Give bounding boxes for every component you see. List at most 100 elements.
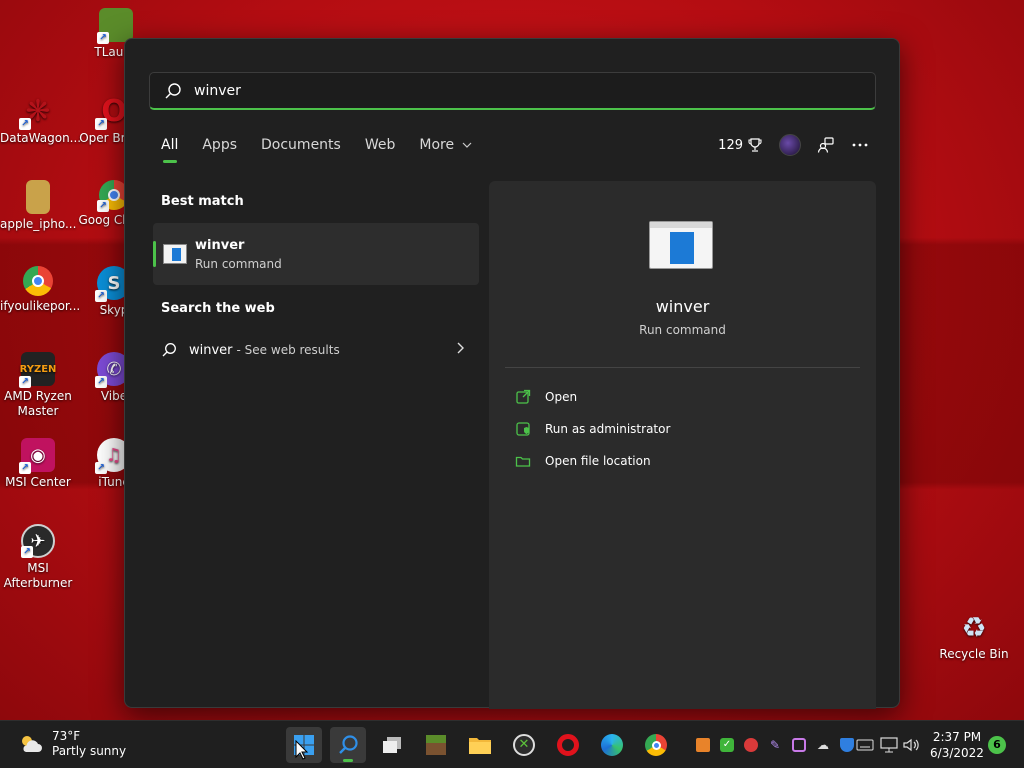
afterburner-icon: ✈ ↗ <box>21 524 55 558</box>
taskbar-file-explorer[interactable] <box>462 727 498 763</box>
folder-icon <box>515 456 531 467</box>
weather-temp: 73°F <box>52 729 81 743</box>
weather-desc: Partly sunny <box>52 744 127 758</box>
desktop-icon-apple-iphone[interactable]: apple_ipho... <box>0 180 76 232</box>
chrome-icon <box>23 266 53 296</box>
search-icon <box>339 735 358 754</box>
details-divider <box>505 367 860 368</box>
desktop-icon-msi-afterburner[interactable]: ✈ ↗ MSI Afterburner <box>0 524 76 591</box>
tray-keyboard[interactable] <box>856 736 874 754</box>
rewards-count: 129 <box>718 137 743 153</box>
mouse-cursor-icon <box>295 740 309 760</box>
more-options-icon[interactable] <box>851 136 869 154</box>
msi-center-icon: ◉ ↗ <box>19 438 55 474</box>
run-command-icon <box>163 244 187 264</box>
task-view-icon <box>383 737 401 753</box>
trophy-icon <box>748 138 762 152</box>
tray-app-icon-purple[interactable] <box>790 736 808 754</box>
app-tray-icon <box>696 738 710 752</box>
taskbar-search-button[interactable] <box>330 727 366 763</box>
edge-icon <box>601 734 623 756</box>
search-web-heading: Search the web <box>161 301 275 316</box>
clock-date: 6/3/2022 <box>930 746 984 760</box>
action-open-file-location[interactable]: Open file location <box>515 451 651 471</box>
rewards-points[interactable]: 129 <box>718 137 763 153</box>
action-open[interactable]: Open <box>515 387 577 407</box>
tray-volume[interactable] <box>902 736 920 754</box>
keyboard-icon <box>856 739 874 751</box>
search-box[interactable] <box>149 72 876 110</box>
partly-sunny-icon <box>22 736 42 752</box>
run-command-large-icon <box>649 221 713 269</box>
minecraft-icon: ↗ <box>97 8 133 44</box>
check-tray-icon: ✓ <box>720 738 734 752</box>
taskbar-opera[interactable] <box>550 727 586 763</box>
taskbar-xbox[interactable]: ✕ <box>506 727 542 763</box>
tab-all[interactable]: All <box>161 137 178 163</box>
opera-icon <box>557 734 579 756</box>
search-icon <box>165 82 181 98</box>
app-tray-icon <box>744 738 758 752</box>
tray-app-icon-feather[interactable]: ✎ <box>766 736 784 754</box>
tray-app-icon-green[interactable]: ✓ <box>718 736 736 754</box>
details-subtitle: Run command <box>639 323 726 337</box>
search-filter-tabs: All Apps Documents Web More <box>161 137 472 163</box>
tray-network[interactable] <box>880 736 898 754</box>
taskbar-edge[interactable] <box>594 727 630 763</box>
feather-icon: ✎ <box>769 738 781 752</box>
desktop-icon-msi-center[interactable]: ◉ ↗ MSI Center <box>0 438 76 490</box>
open-icon <box>516 389 531 404</box>
details-pane: winver Run command Open Run as administr… <box>489 181 876 709</box>
image-file-icon <box>26 180 50 214</box>
web-result[interactable]: winver - See web results <box>161 339 465 361</box>
desktop-icon-datawagon[interactable]: ❋ ↗ DataWagon... <box>0 94 81 146</box>
recycle-bin-icon: ♻ <box>961 610 987 644</box>
search-input[interactable] <box>194 82 794 99</box>
action-run-as-administrator[interactable]: Run as administrator <box>515 419 670 439</box>
desktop-icon-recycle-bin[interactable]: ♻ Recycle Bin <box>936 610 1012 662</box>
folder-icon <box>469 738 491 754</box>
network-icon <box>880 737 898 753</box>
people-icon[interactable] <box>817 136 835 154</box>
datawagon-icon: ❋ ↗ <box>19 94 55 130</box>
selection-indicator <box>153 241 156 267</box>
taskbar-chrome[interactable] <box>638 727 674 763</box>
shield-icon <box>840 738 854 752</box>
best-match-heading: Best match <box>161 194 244 209</box>
details-title: winver <box>655 297 710 316</box>
web-result-query: winver <box>189 342 233 358</box>
taskbar: 73°F Partly sunny ✕ ✓ ✎ ☁ 2:37 PM 6/3/20… <box>0 720 1024 768</box>
minecraft-icon <box>426 735 446 755</box>
tray-app-icon-red[interactable] <box>742 736 760 754</box>
best-match-result[interactable]: winver Run command <box>153 223 479 285</box>
tray-app-icon-orange[interactable] <box>694 736 712 754</box>
search-icon <box>162 343 176 357</box>
xbox-icon: ✕ <box>513 734 535 756</box>
best-match-name: winver <box>195 237 245 253</box>
tray-security[interactable] <box>838 736 856 754</box>
chevron-right-icon <box>457 342 464 354</box>
ryzen-icon: RYZEN ↗ <box>19 352 56 388</box>
weather-widget[interactable]: 73°F Partly sunny <box>18 729 126 759</box>
volume-icon <box>903 738 919 752</box>
taskbar-clock[interactable]: 2:37 PM 6/3/2022 <box>928 729 986 761</box>
avatar[interactable] <box>779 134 801 156</box>
taskbar-task-view[interactable] <box>374 727 410 763</box>
tab-web[interactable]: Web <box>365 137 396 163</box>
web-result-hint: - See web results <box>236 343 340 357</box>
taskbar-minecraft[interactable] <box>418 727 454 763</box>
desktop-icon-amd-ryzen-master[interactable]: RYZEN ↗ AMD Ryzen Master <box>0 352 76 419</box>
notification-badge[interactable]: 6 <box>988 736 1006 754</box>
tray-onedrive[interactable]: ☁ <box>814 736 832 754</box>
tab-apps[interactable]: Apps <box>202 137 237 163</box>
chrome-icon <box>645 734 667 756</box>
search-toolbar: 129 <box>718 134 869 156</box>
tab-more[interactable]: More <box>419 137 471 163</box>
tab-documents[interactable]: Documents <box>261 137 341 163</box>
shield-icon <box>516 422 530 436</box>
clock-time: 2:37 PM <box>932 730 982 744</box>
desktop-icon-ifyoulikepor[interactable]: ifyoulikepor... <box>0 266 80 314</box>
cloud-offline-icon: ☁ <box>817 738 829 752</box>
best-match-type: Run command <box>195 256 282 271</box>
search-panel: All Apps Documents Web More 129 B <box>124 38 900 709</box>
